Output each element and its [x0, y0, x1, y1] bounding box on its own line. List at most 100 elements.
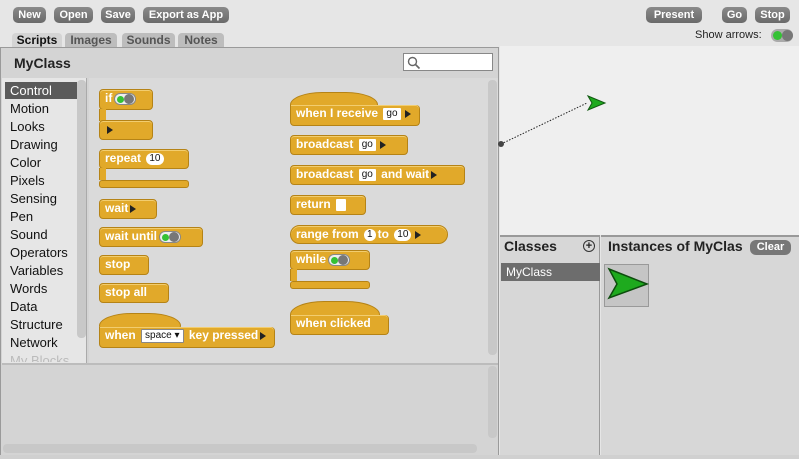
category-variables[interactable]: Variables: [5, 262, 77, 279]
repeat-label: repeat: [105, 151, 142, 165]
save-button[interactable]: Save: [101, 7, 135, 23]
if-toggle[interactable]: [114, 92, 137, 105]
category-operators[interactable]: Operators: [5, 244, 77, 261]
bottom-edge: [0, 455, 799, 459]
while-label: while: [296, 252, 327, 266]
while-block-foot: [290, 281, 370, 289]
category-pixels[interactable]: Pixels: [5, 172, 77, 189]
turtle-icon[interactable]: [586, 94, 607, 112]
if-label: if: [105, 91, 113, 105]
expand-arrow-icon[interactable]: [415, 230, 422, 239]
script-area[interactable]: [2, 363, 498, 457]
script-hscrollbar[interactable]: [3, 444, 477, 453]
repeat-count-slot[interactable]: 10: [146, 152, 164, 165]
category-control[interactable]: Control: [5, 82, 77, 99]
stop-block[interactable]: stop: [99, 255, 149, 275]
category-drawing[interactable]: Drawing: [5, 136, 77, 153]
expand-arrow-icon[interactable]: [260, 331, 267, 340]
expand-arrow-icon[interactable]: [404, 109, 411, 118]
range-start-slot[interactable]: 1: [364, 228, 376, 241]
wait-label: wait: [105, 201, 129, 215]
clear-button[interactable]: Clear: [750, 240, 791, 255]
key-dropdown[interactable]: space ▾: [141, 328, 184, 343]
category-words[interactable]: Words: [5, 280, 77, 297]
when-receive-label: when I receive: [296, 106, 379, 120]
category-my-blocks[interactable]: My Blocks: [5, 352, 77, 362]
range-end-slot[interactable]: 10: [394, 228, 412, 241]
tab-scripts[interactable]: Scripts: [12, 33, 62, 47]
show-arrows-toggle[interactable]: [771, 29, 793, 42]
category-looks[interactable]: Looks: [5, 118, 77, 135]
when-label: when: [105, 328, 136, 342]
if-block[interactable]: if: [99, 89, 153, 110]
tab-notes[interactable]: Notes: [178, 33, 224, 47]
tab-sounds[interactable]: Sounds: [122, 33, 175, 47]
while-block-arm: [290, 269, 297, 281]
wait-until-toggle[interactable]: [159, 230, 181, 243]
dropdown-arrow-icon: ▾: [174, 329, 180, 341]
wait-until-block[interactable]: wait until: [99, 227, 203, 247]
repeat-block-arm: [99, 168, 106, 180]
category-color[interactable]: Color: [5, 154, 77, 171]
add-class-icon[interactable]: +: [583, 240, 595, 252]
while-toggle[interactable]: [328, 253, 351, 266]
expand-arrow-icon[interactable]: [130, 204, 137, 213]
category-scrollbar[interactable]: [77, 80, 86, 338]
receive-slot[interactable]: go: [383, 107, 401, 120]
range-to-label: to: [377, 227, 389, 241]
turtle-thumbnail-icon: [607, 267, 650, 300]
open-button[interactable]: Open: [54, 7, 93, 23]
search-input[interactable]: [403, 53, 493, 71]
arrow-line: [500, 102, 588, 145]
category-sensing[interactable]: Sensing: [5, 190, 77, 207]
stop-all-block[interactable]: stop all: [99, 283, 169, 303]
key-value: space: [145, 329, 172, 341]
wait-block[interactable]: wait: [99, 199, 157, 219]
broadcast-wait-label: broadcast: [296, 167, 354, 181]
go-button[interactable]: Go: [722, 7, 747, 23]
if-else-tail[interactable]: [99, 120, 153, 140]
expand-arrow-icon[interactable]: [379, 140, 386, 149]
instances-title: Instances of MyClas: [608, 238, 743, 254]
repeat-block-foot: [99, 180, 189, 188]
broadcast-wait-slot[interactable]: go: [358, 168, 376, 181]
search-icon: [407, 56, 421, 70]
toggle-knob: [782, 30, 793, 41]
script-vscrollbar[interactable]: [488, 366, 497, 438]
return-block[interactable]: return: [290, 195, 366, 215]
tab-images[interactable]: Images: [65, 33, 117, 47]
range-block[interactable]: range from 1 to 10: [290, 225, 448, 244]
export-app-button[interactable]: Export as App: [143, 7, 229, 23]
stage-drawing: [498, 94, 607, 147]
expand-arrow-icon[interactable]: [107, 125, 113, 134]
class-item-myclass[interactable]: MyClass: [501, 263, 600, 281]
present-button[interactable]: Present: [646, 7, 702, 23]
expand-arrow-icon[interactable]: [431, 170, 438, 179]
broadcast-block[interactable]: broadcast go: [290, 135, 408, 155]
category-motion[interactable]: Motion: [5, 100, 77, 117]
key-pressed-label: key pressed: [188, 328, 259, 342]
repeat-block[interactable]: repeat 10: [99, 149, 189, 169]
new-button[interactable]: New: [13, 7, 46, 23]
category-pen[interactable]: Pen: [5, 208, 77, 225]
category-sound[interactable]: Sound: [5, 226, 77, 243]
while-block[interactable]: while: [290, 250, 370, 270]
broadcast-and-wait-block[interactable]: broadcast go and wait: [290, 165, 465, 185]
broadcast-label: broadcast: [296, 137, 354, 151]
classes-title: Classes: [504, 238, 557, 254]
when-key-pressed-block[interactable]: when space ▾ key pressed: [99, 327, 275, 348]
category-network[interactable]: Network: [5, 334, 77, 351]
category-data[interactable]: Data: [5, 298, 77, 315]
stop-button[interactable]: Stop: [755, 7, 790, 23]
broadcast-slot[interactable]: go: [358, 138, 376, 151]
toggle-on-indicator: [773, 31, 782, 40]
wait-until-label: wait until: [105, 229, 157, 243]
category-structure[interactable]: Structure: [5, 316, 77, 333]
and-wait-label: and wait: [381, 167, 430, 181]
return-slot[interactable]: [336, 198, 347, 211]
when-i-receive-block[interactable]: when I receive go: [290, 105, 420, 126]
class-title: MyClass: [14, 55, 71, 71]
instance-thumbnail[interactable]: [604, 264, 650, 307]
show-arrows-label: Show arrows:: [695, 29, 762, 41]
when-clicked-block[interactable]: when clicked: [290, 315, 389, 335]
